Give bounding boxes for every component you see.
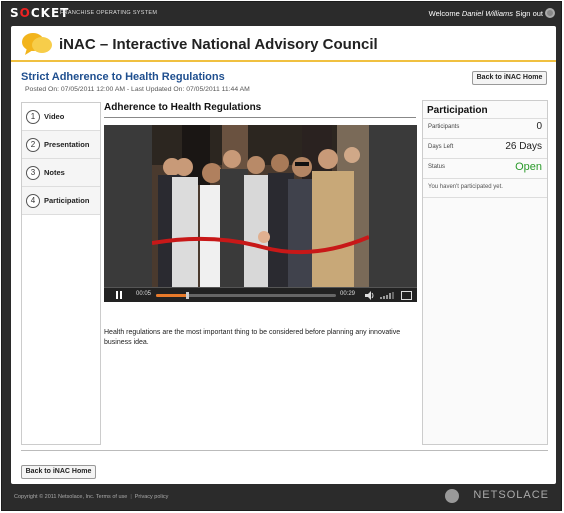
page-header: iNAC – Interactive National Advisory Cou…	[11, 26, 556, 62]
user-name: Daniel Williams	[461, 9, 514, 18]
tab-participation[interactable]: 4 Participation	[22, 187, 100, 215]
step-tabs: 1 Video 2 Presentation 3 Notes 4 Partici…	[21, 102, 101, 445]
privacy-policy-link[interactable]: Privacy policy	[135, 494, 169, 500]
tab-label: Presentation	[44, 140, 90, 149]
title-divider	[104, 117, 416, 118]
bottom-divider	[21, 450, 548, 451]
current-time: 00:05	[136, 291, 152, 297]
step-number: 4	[26, 194, 40, 208]
days-left-value: 26 Days	[505, 141, 542, 152]
step-number: 2	[26, 138, 40, 152]
back-to-inac-home-button-top[interactable]: Back to iNAC Home	[472, 71, 547, 85]
participation-note-row: You haven't participated yet.	[423, 178, 547, 198]
status-label: Status	[428, 164, 446, 170]
netsolace-logo-icon	[445, 489, 459, 503]
tab-presentation[interactable]: 2 Presentation	[22, 131, 100, 159]
fullscreen-icon[interactable]	[401, 291, 412, 300]
top-bar: SOCKET FRANCHISE OPERATING SYSTEM Welcom…	[2, 2, 561, 24]
step-number: 3	[26, 166, 40, 180]
gear-icon[interactable]	[545, 8, 555, 18]
video-controls: 00:05 00:29	[104, 287, 417, 302]
tab-label: Video	[44, 112, 65, 121]
logo-subtitle: FRANCHISE OPERATING SYSTEM	[60, 10, 158, 16]
tab-notes[interactable]: 3 Notes	[22, 159, 100, 187]
days-left-row: Days Left 26 Days	[423, 138, 547, 158]
pause-icon[interactable]	[110, 291, 126, 300]
welcome-label: Welcome	[428, 9, 460, 18]
header-title: iNAC – Interactive National Advisory Cou…	[59, 36, 378, 53]
welcome-text: Welcome Daniel Williams |	[429, 9, 521, 18]
participants-row: Participants 0	[423, 118, 547, 138]
volume-level-icon[interactable]	[380, 292, 394, 299]
netsolace-logo: NETSOLACE	[473, 489, 549, 501]
video-frame[interactable]	[152, 125, 369, 287]
participants-value: 0	[536, 121, 542, 132]
days-left-label: Days Left	[428, 144, 454, 150]
footer-separator: |	[130, 494, 132, 500]
content-description: Health regulations are the most importan…	[104, 329, 401, 346]
main-panel: iNAC – Interactive National Advisory Cou…	[11, 26, 556, 484]
tab-video[interactable]: 1 Video	[22, 103, 100, 131]
step-number: 1	[26, 110, 40, 124]
status-value: Open	[515, 161, 542, 173]
back-to-inac-home-button-bottom[interactable]: Back to iNAC Home	[21, 465, 96, 479]
chat-bubble-icon	[22, 33, 52, 55]
terms-of-use-link[interactable]: Terms of use	[96, 494, 127, 500]
participation-title: Participation	[427, 105, 488, 116]
participants-label: Participants	[428, 124, 460, 130]
seek-knob[interactable]	[185, 292, 189, 299]
status-row: Status Open	[423, 158, 547, 178]
posted-info: Posted On: 07/05/2011 12:00 AM - Last Up…	[25, 86, 250, 93]
page-title: Strict Adherence to Health Regulations	[21, 71, 225, 83]
seek-bar-progress	[156, 294, 187, 297]
app-frame: SOCKET FRANCHISE OPERATING SYSTEM Welcom…	[1, 1, 562, 511]
duration: 00:29	[340, 291, 356, 297]
participation-panel: Participation Participants 0 Days Left 2…	[422, 100, 548, 445]
copyright-text: Copyright © 2011 Netsolace, Inc.	[14, 494, 95, 500]
tab-label: Participation	[44, 196, 90, 205]
content-title: Adherence to Health Regulations	[104, 102, 262, 113]
tab-label: Notes	[44, 168, 65, 177]
footer-links: Copyright © 2011 Netsolace, Inc. Terms o…	[14, 494, 168, 500]
sign-out-link[interactable]: Sign out	[515, 9, 543, 18]
participation-note: You haven't participated yet.	[428, 184, 503, 190]
seek-bar[interactable]	[156, 292, 336, 299]
video-player[interactable]: 00:05 00:29	[104, 125, 417, 302]
logo-letter-s: S	[10, 6, 20, 20]
logo-letter-o: O	[19, 6, 31, 20]
volume-icon[interactable]	[365, 291, 375, 300]
